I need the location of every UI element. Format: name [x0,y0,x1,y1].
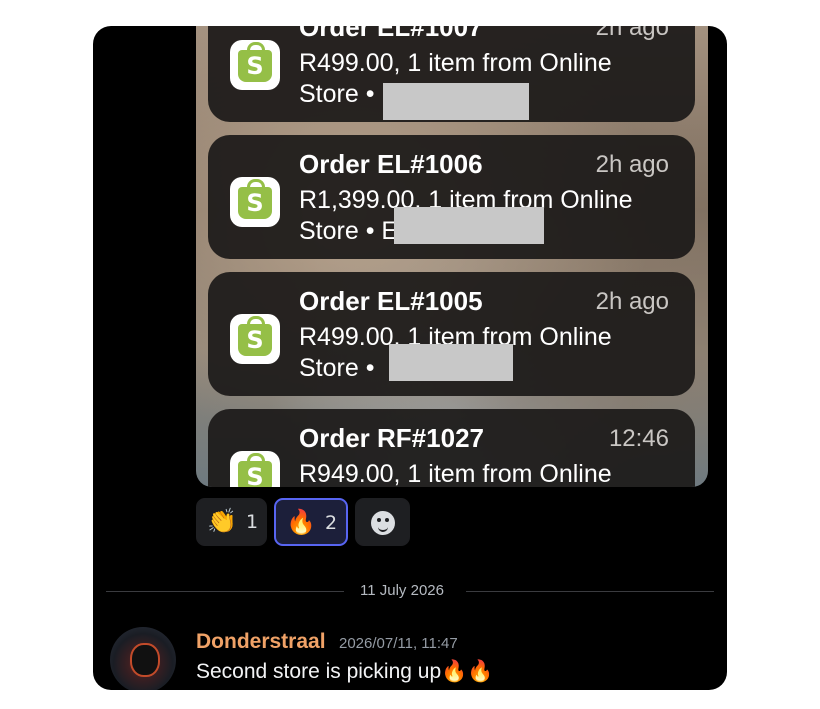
fire-emoji-icon: 🔥 [286,508,316,536]
date-divider-line [466,591,714,592]
notification-time: 2h ago [595,151,669,178]
notification-title: Order EL#1007 [299,26,483,42]
redaction-box [389,344,513,381]
shopify-app-icon: S [230,40,280,90]
notification-title: Order EL#1006 [299,149,483,179]
notification-card: S Order EL#1007 2h ago R499.00, 1 item f… [208,26,695,122]
shopify-app-icon: S [230,314,280,364]
helmet-avatar-icon [130,643,160,677]
shopify-app-icon: S [230,177,280,227]
reaction-count: 2 [325,512,338,534]
add-reaction-button[interactable] [355,498,410,546]
reaction-fire[interactable]: 🔥 2 [274,498,348,546]
date-divider-line [106,591,344,592]
notification-body: R949.00, 1 item from Online [299,460,612,487]
message-timestamp: 2026/07/11, 11:47 [339,635,458,652]
notification-title: Order RF#1027 [299,423,484,453]
redaction-box [394,207,544,244]
shopify-bag-icon: S [238,453,272,487]
shopify-app-icon: S [230,451,280,487]
notification-card: S Order RF#1027 12:46 R949.00, 1 item fr… [208,409,695,487]
notification-time: 12:46 [608,425,669,452]
shopify-bag-icon: S [238,316,272,356]
notification-time: 2h ago [595,288,669,315]
image-attachment[interactable]: S Order EL#1007 2h ago R499.00, 1 item f… [196,26,708,487]
redaction-box [383,83,529,120]
shopify-bag-icon: S [238,42,272,82]
notification-card: S Order EL#1006 2h ago R1,399.00, 1 item… [208,135,695,259]
avatar[interactable] [110,627,176,690]
date-divider: 11 July 2026 [360,582,444,599]
reaction-clap[interactable]: 👏 1 [196,498,267,546]
reaction-count: 1 [246,511,259,533]
shopify-bag-icon: S [238,179,272,219]
username[interactable]: Donderstraal [196,630,326,654]
message-text: Second store is picking up🔥🔥 [196,660,494,683]
notification-card: S Order EL#1005 2h ago R499.00, 1 item f… [208,272,695,396]
notification-time: 2h ago [595,26,669,41]
clap-emoji-icon: 👏 [207,507,237,535]
notification-title: Order EL#1005 [299,286,483,316]
chat-panel: S Order EL#1007 2h ago R499.00, 1 item f… [93,26,727,690]
